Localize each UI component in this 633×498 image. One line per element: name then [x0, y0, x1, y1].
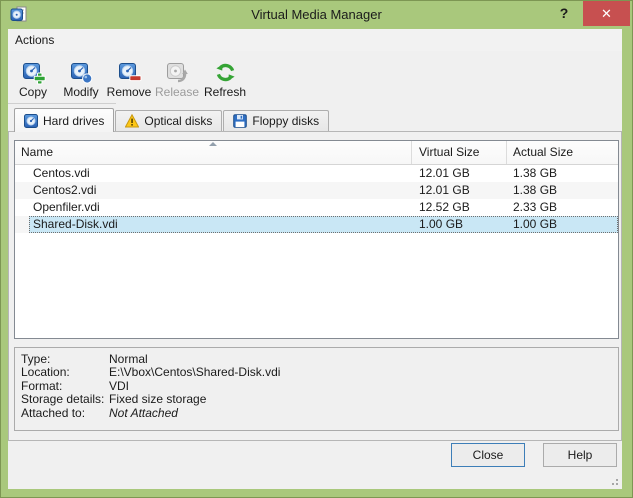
detail-label-attached-to: Attached to:	[21, 407, 109, 420]
release-disk-icon	[165, 60, 190, 85]
remove-button[interactable]: Remove	[106, 51, 152, 103]
refresh-label: Refresh	[204, 85, 246, 100]
column-header-name[interactable]: Name	[15, 141, 412, 164]
copy-button[interactable]: Copy	[10, 51, 56, 103]
actual-size: 1.38 GB	[507, 165, 618, 182]
tab-bar: Hard drives Optical disks Floppy disks	[14, 107, 330, 131]
menu-actions[interactable]: Actions	[8, 29, 61, 51]
detail-label-type: Type:	[21, 353, 109, 366]
release-label: Release	[155, 85, 199, 100]
tab-floppy-disks[interactable]: Floppy disks	[223, 110, 329, 131]
virtual-size: 12.01 GB	[412, 165, 507, 182]
close-button[interactable]: Close	[451, 443, 525, 467]
tab-optical-disks-label: Optical disks	[144, 114, 212, 128]
virtual-size: 1.00 GB	[412, 216, 507, 233]
detail-label-storage-details: Storage details:	[21, 393, 109, 406]
detail-label-format: Format:	[21, 380, 109, 393]
disk-name: Centos.vdi	[15, 165, 412, 182]
remove-disk-icon	[117, 60, 142, 85]
table-header: Name Virtual Size Actual Size	[15, 141, 618, 165]
actual-size: 1.38 GB	[507, 182, 618, 199]
title-bar[interactable]: Virtual Media Manager ? ✕	[0, 0, 633, 29]
sort-asc-icon	[209, 142, 217, 146]
refresh-icon	[213, 60, 238, 85]
dialog-body: Actions Copy Modi	[8, 29, 622, 489]
window-title: Virtual Media Manager	[0, 0, 633, 29]
actual-size: 1.00 GB	[507, 216, 618, 233]
media-table[interactable]: Name Virtual Size Actual Size Centos.vdi…	[14, 140, 619, 339]
virtual-size: 12.01 GB	[412, 182, 507, 199]
table-row[interactable]: Centos.vdi 12.01 GB 1.38 GB	[15, 165, 618, 182]
modify-label: Modify	[63, 85, 98, 100]
tab-hard-drives[interactable]: Hard drives	[14, 108, 114, 132]
floppy-icon	[233, 114, 247, 128]
refresh-button[interactable]: Refresh	[202, 51, 248, 103]
disk-name: Centos2.vdi	[15, 182, 412, 199]
copy-disk-icon	[21, 60, 46, 85]
disk-details-panel: Type: Normal Location: E:\Vbox\Centos\Sh…	[14, 347, 619, 431]
table-row[interactable]: Openfiler.vdi 12.52 GB 2.33 GB	[15, 199, 618, 216]
table-row[interactable]: Centos2.vdi 12.01 GB 1.38 GB	[15, 182, 618, 199]
tab-optical-disks[interactable]: Optical disks	[115, 110, 222, 131]
warning-icon	[125, 114, 139, 128]
virtual-size: 12.52 GB	[412, 199, 507, 216]
copy-label: Copy	[19, 85, 47, 100]
disk-name: Openfiler.vdi	[15, 199, 412, 216]
resize-grip[interactable]	[616, 483, 618, 485]
detail-value-format: VDI	[109, 380, 129, 393]
close-window-button[interactable]: ✕	[583, 1, 630, 26]
disk-name: Shared-Disk.vdi	[15, 216, 412, 233]
detail-label-location: Location:	[21, 366, 109, 379]
menu-bar: Actions	[8, 29, 622, 51]
tab-hard-drives-label: Hard drives	[43, 114, 104, 128]
help-titlebar-button[interactable]: ?	[550, 0, 578, 27]
tab-floppy-disks-label: Floppy disks	[252, 114, 319, 128]
toolbar: Copy Modify Remove	[8, 51, 622, 103]
help-button[interactable]: Help	[543, 443, 617, 467]
modify-button[interactable]: Modify	[58, 51, 104, 103]
column-header-virtual-size[interactable]: Virtual Size	[412, 141, 507, 164]
virtual-media-manager-window: Virtual Media Manager ? ✕ Actions Copy	[0, 0, 633, 498]
modify-disk-icon	[69, 60, 94, 85]
detail-value-type: Normal	[109, 353, 148, 366]
release-button: Release	[154, 51, 200, 103]
hard-drives-panel: Name Virtual Size Actual Size Centos.vdi…	[8, 131, 622, 441]
actual-size: 2.33 GB	[507, 199, 618, 216]
table-row-selected[interactable]: Shared-Disk.vdi 1.00 GB 1.00 GB	[15, 216, 618, 233]
detail-value-storage-details: Fixed size storage	[109, 393, 206, 406]
remove-label: Remove	[107, 85, 152, 100]
column-header-actual-size[interactable]: Actual Size	[507, 141, 618, 164]
detail-value-location: E:\Vbox\Centos\Shared-Disk.vdi	[109, 366, 280, 379]
hard-drive-icon	[24, 114, 38, 128]
detail-value-attached-to: Not Attached	[109, 407, 178, 420]
toolbar-separator	[8, 103, 116, 104]
